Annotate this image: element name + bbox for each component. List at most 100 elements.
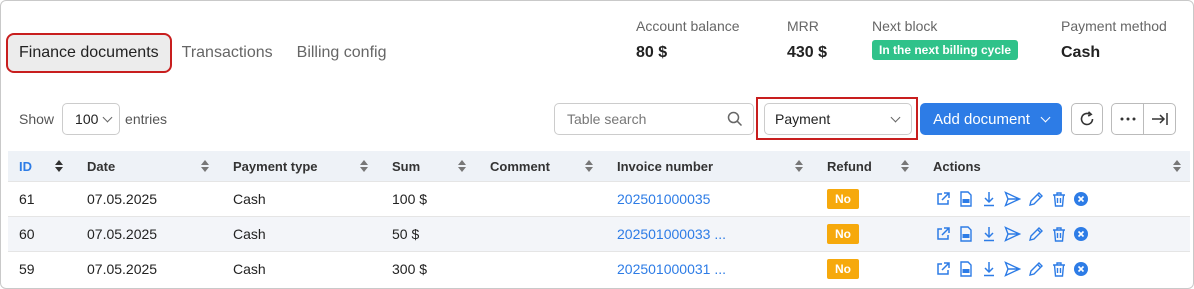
send-icon[interactable] <box>1004 261 1021 277</box>
edit-icon[interactable] <box>1028 191 1044 207</box>
account-balance-label: Account balance <box>636 18 740 34</box>
show-label: Show <box>19 111 55 127</box>
next-block-stat: Next block In the next billing cycle <box>872 18 1019 60</box>
tab-finance-documents[interactable]: Finance documents <box>6 33 172 73</box>
sort-icon[interactable] <box>201 160 209 172</box>
edit-icon[interactable] <box>1028 226 1044 242</box>
sort-icon[interactable] <box>360 160 368 172</box>
table-row: 60 07.05.2025 Cash 50 $ 202501000033 ... No <box>8 216 1190 251</box>
next-block-label: Next block <box>872 18 938 34</box>
refresh-button[interactable] <box>1071 103 1103 135</box>
cell-refund: No <box>827 252 859 286</box>
arrow-right-to-line-icon <box>1151 113 1168 125</box>
sort-icon[interactable] <box>1173 160 1181 172</box>
cell-date: 07.05.2025 <box>87 191 158 207</box>
sort-icon[interactable] <box>585 160 593 172</box>
entries-value: 100 <box>75 111 99 127</box>
column-header-sum[interactable]: Sum <box>392 151 420 181</box>
row-actions <box>935 226 1088 242</box>
sort-icon[interactable] <box>901 160 909 172</box>
download-icon[interactable] <box>981 226 997 242</box>
table-search-input[interactable]: Table search <box>554 103 754 135</box>
cell-sum: 300 $ <box>392 261 428 277</box>
payment-method-stat: Payment method Cash <box>1061 18 1167 62</box>
cell-sum: 100 $ <box>392 191 428 207</box>
column-header-invoice-number[interactable]: Invoice number <box>617 151 713 181</box>
more-options-button[interactable] <box>1112 104 1144 134</box>
send-icon[interactable] <box>1004 191 1021 207</box>
cell-payment-type: Cash <box>233 226 266 242</box>
refund-badge: No <box>827 224 859 244</box>
cell-invoice[interactable]: 202501000031 ... <box>617 252 726 286</box>
type-filter-value: Payment <box>775 111 831 127</box>
cell-id: 61 <box>19 191 35 207</box>
sort-icon[interactable] <box>795 160 803 172</box>
edit-icon[interactable] <box>1028 261 1044 277</box>
cell-invoice[interactable]: 202501000033 ... <box>617 217 726 251</box>
sort-icon[interactable] <box>55 160 63 172</box>
send-icon[interactable] <box>1004 226 1021 242</box>
account-balance-stat: Account balance 80 $ <box>636 18 740 62</box>
close-circle-icon[interactable] <box>1074 227 1088 241</box>
trash-icon[interactable] <box>1051 261 1067 277</box>
cell-refund: No <box>827 217 859 251</box>
add-document-label: Add document <box>933 110 1030 128</box>
table-header <box>8 151 1190 181</box>
tab-bar: Finance documents Transactions Billing c… <box>6 30 410 76</box>
pdf-icon[interactable] <box>958 191 974 207</box>
trash-icon[interactable] <box>1051 191 1067 207</box>
cell-actions <box>935 182 1088 216</box>
type-filter-select[interactable]: Payment <box>764 103 912 135</box>
open-external-icon[interactable] <box>935 261 951 277</box>
chevron-down-icon <box>890 112 901 122</box>
refund-badge: No <box>827 189 859 209</box>
add-document-button[interactable]: Add document <box>920 103 1062 135</box>
column-header-payment-type[interactable]: Payment type <box>233 151 318 181</box>
open-external-icon[interactable] <box>935 191 951 207</box>
cell-sum: 50 $ <box>392 226 420 242</box>
column-header-refund[interactable]: Refund <box>827 151 872 181</box>
sort-icon[interactable] <box>458 160 466 172</box>
entries-label: entries <box>125 111 168 127</box>
column-header-date[interactable]: Date <box>87 151 115 181</box>
cell-refund: No <box>827 182 859 216</box>
refresh-icon <box>1080 111 1094 126</box>
open-external-icon[interactable] <box>935 226 951 242</box>
cell-id: 59 <box>19 261 35 277</box>
show-entries: Show 100 entries <box>19 103 167 135</box>
cell-invoice[interactable]: 202501000035 <box>617 182 710 216</box>
table-row: 59 07.05.2025 Cash 300 $ 202501000031 ... No <box>8 251 1190 286</box>
column-header-id[interactable]: ID <box>19 151 32 181</box>
tab-transactions[interactable]: Transactions <box>182 44 273 62</box>
search-placeholder: Table search <box>567 111 647 127</box>
more-horizontal-icon <box>1120 117 1135 121</box>
pdf-icon[interactable] <box>958 261 974 277</box>
row-actions <box>935 261 1088 277</box>
row-actions <box>935 191 1088 207</box>
download-icon[interactable] <box>981 191 997 207</box>
chevron-down-icon <box>1040 112 1051 122</box>
cell-date: 07.05.2025 <box>87 226 158 242</box>
cell-actions <box>935 217 1088 251</box>
close-circle-icon[interactable] <box>1074 192 1088 206</box>
cell-id: 60 <box>19 226 35 242</box>
table-row: 61 07.05.2025 Cash 100 $ 202501000035 No <box>8 181 1190 216</box>
entries-select[interactable]: 100 <box>62 103 121 135</box>
payment-method-label: Payment method <box>1061 18 1167 34</box>
cell-payment-type: Cash <box>233 261 266 277</box>
mrr-value: 430 $ <box>787 44 828 61</box>
close-circle-icon[interactable] <box>1074 262 1088 276</box>
account-balance-value: 80 $ <box>636 44 668 61</box>
search-icon <box>727 111 743 127</box>
column-header-actions[interactable]: Actions <box>933 151 981 181</box>
next-block-badge: In the next billing cycle <box>872 40 1019 60</box>
mrr-label: MRR <box>787 18 819 34</box>
export-button[interactable] <box>1144 104 1175 134</box>
column-header-comment[interactable]: Comment <box>490 151 550 181</box>
cell-payment-type: Cash <box>233 191 266 207</box>
cell-actions <box>935 252 1088 286</box>
trash-icon[interactable] <box>1051 226 1067 242</box>
download-icon[interactable] <box>981 261 997 277</box>
pdf-icon[interactable] <box>958 226 974 242</box>
tab-billing-config[interactable]: Billing config <box>297 44 387 62</box>
